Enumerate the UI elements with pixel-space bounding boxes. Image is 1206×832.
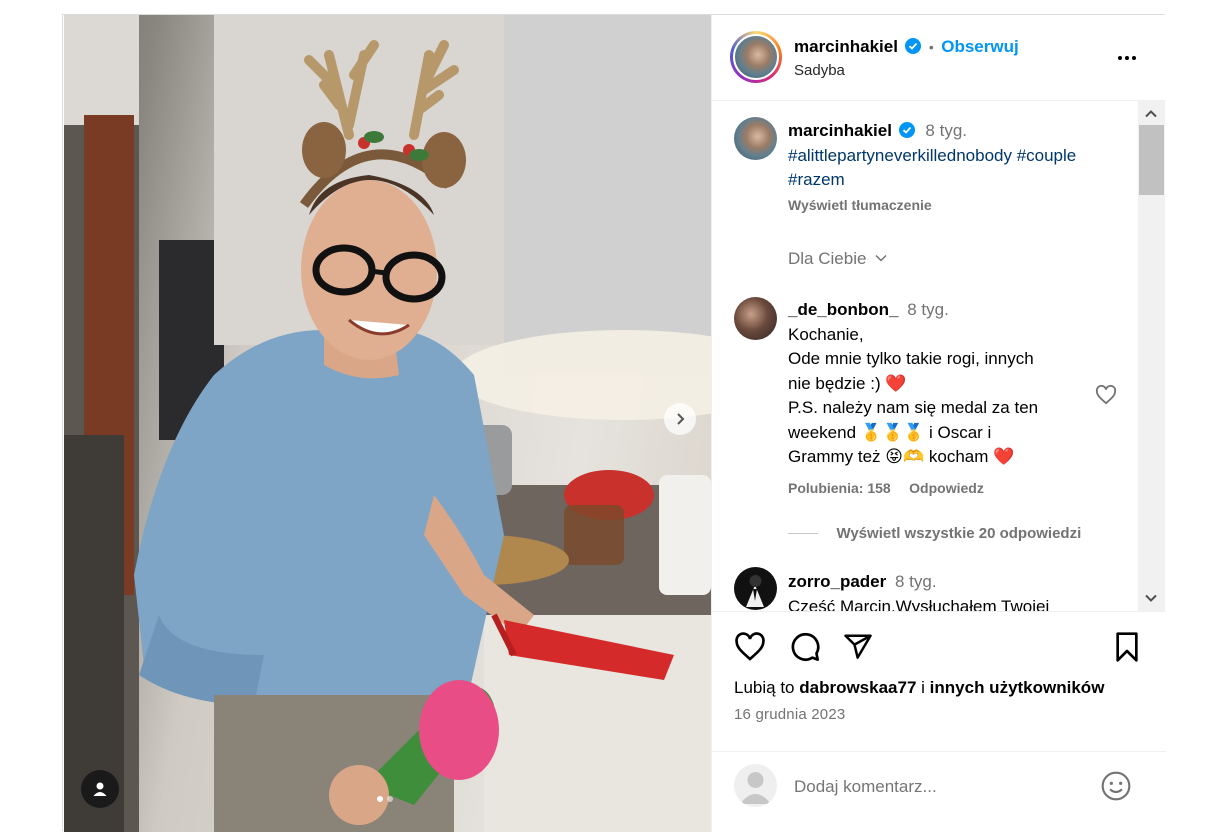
photo-illustration [64,15,711,832]
comment-line: Ode mnie tylko takie rogi, innych [788,349,1034,368]
comment-author[interactable]: zorro_pader [788,572,886,591]
caption-author[interactable]: marcinhakiel [788,121,892,140]
post-photo[interactable] [64,15,711,832]
comment-item: zorro_pader 8 tyg. Cześć Marcin.Wysłucha… [788,570,1118,611]
comment-avatar[interactable] [734,297,777,340]
comment-item: _de_bonbon_ 8 tyg. Kochanie, Ode mnie ty… [788,298,1088,498]
scroll-up-arrow-icon[interactable] [1144,107,1158,121]
comment-bubble-icon[interactable] [789,631,821,663]
header-separator: • [928,39,934,55]
likes-others-link[interactable]: innych użytkowników [930,678,1105,697]
author-username[interactable]: marcinhakiel [794,37,898,56]
next-photo-button[interactable] [664,403,696,435]
comment-line: weekend 🥇🥇🥇 i Oscar i [788,422,992,442]
translate-link[interactable]: Wyświetl tłumaczenie [788,197,1128,213]
chevron-right-icon [677,413,685,425]
caption-avatar[interactable] [734,117,777,160]
more-horizontal-icon[interactable] [1115,46,1139,70]
share-send-icon[interactable] [843,632,873,662]
comment-line: Kochanie, [788,324,864,344]
default-avatar-icon [740,772,771,804]
likes-prefix: Lubią to [734,678,795,697]
caption-hashtags[interactable]: #alittlepartyneverkillednobody #couple [788,144,1128,169]
post-date[interactable]: 16 grudnia 2023 [734,706,845,723]
likes-summary: Lubią to dabrowskaa77 i innych użytkowni… [734,678,1104,698]
comment-time: 8 tyg. [907,300,949,319]
likes-mid: i [921,678,925,697]
caption-hashtags-2[interactable]: #razem [788,168,1128,193]
post-location[interactable]: Sadyba [794,62,845,79]
chevron-down-icon [875,254,887,262]
save-bookmark-icon[interactable] [1113,631,1141,663]
add-comment-bar [712,751,1166,832]
scroll-down-arrow-icon[interactable] [1144,591,1158,605]
post-details-panel: marcinhakiel • Obserwuj Sadyba marcinhak… [711,15,1166,832]
comment-avatar[interactable] [734,567,777,610]
view-replies-label: Wyświetl wszystkie 20 odpowiedzi [836,525,1082,542]
comments-scrollbar[interactable] [1138,101,1165,611]
comments-section[interactable]: marcinhakiel 8 tyg. #alittlepartyneverki… [712,101,1166,611]
verified-badge-icon [905,38,922,54]
user-icon [93,782,107,796]
scrollbar-thumb[interactable] [1139,125,1164,195]
comments-filter-dropdown[interactable]: Dla Ciebie [788,249,888,269]
comment-author[interactable]: _de_bonbon_ [788,300,899,319]
comment-likes[interactable]: Polubienia: 158 [788,480,891,496]
current-user-avatar [734,764,777,807]
follow-button[interactable]: Obserwuj [941,37,1018,56]
caption-time: 8 tyg. [925,121,968,140]
post-actions: Lubią to dabrowskaa77 i innych użytkowni… [712,611,1166,751]
filter-label: Dla Ciebie [788,249,867,268]
comment-line: P.S. należy nam się medal za ten [788,398,1039,417]
avatar-illustration [746,575,764,607]
verified-badge-icon [898,122,915,138]
comment-like-heart-icon[interactable] [1095,385,1117,405]
post-modal: marcinhakiel • Obserwuj Sadyba marcinhak… [62,14,1166,832]
carousel-dots [377,796,401,804]
replies-divider [788,533,818,535]
comment-line: Cześć Marcin.Wysłuchałem Twojej [788,596,1050,612]
post-header: marcinhakiel • Obserwuj Sadyba [712,15,1166,101]
tagged-users-button[interactable] [81,770,119,808]
carousel-dot-active [377,796,383,802]
emoji-smiley-icon[interactable] [1100,770,1132,802]
reply-button[interactable]: Odpowiedz [909,480,984,496]
like-heart-icon[interactable] [734,632,766,662]
comment-line: Grammy też 😝🫶 kocham ❤️ [788,447,1015,466]
carousel-dot [387,796,393,802]
comment-input[interactable] [794,774,1084,800]
comment-time: 8 tyg. [894,572,937,591]
comment-line: nie będzie :) ❤️ [788,373,907,393]
author-avatar[interactable] [730,31,782,83]
likes-user-link[interactable]: dabrowskaa77 [799,678,916,697]
view-replies[interactable]: Wyświetl wszystkie 20 odpowiedzi [788,525,1081,543]
